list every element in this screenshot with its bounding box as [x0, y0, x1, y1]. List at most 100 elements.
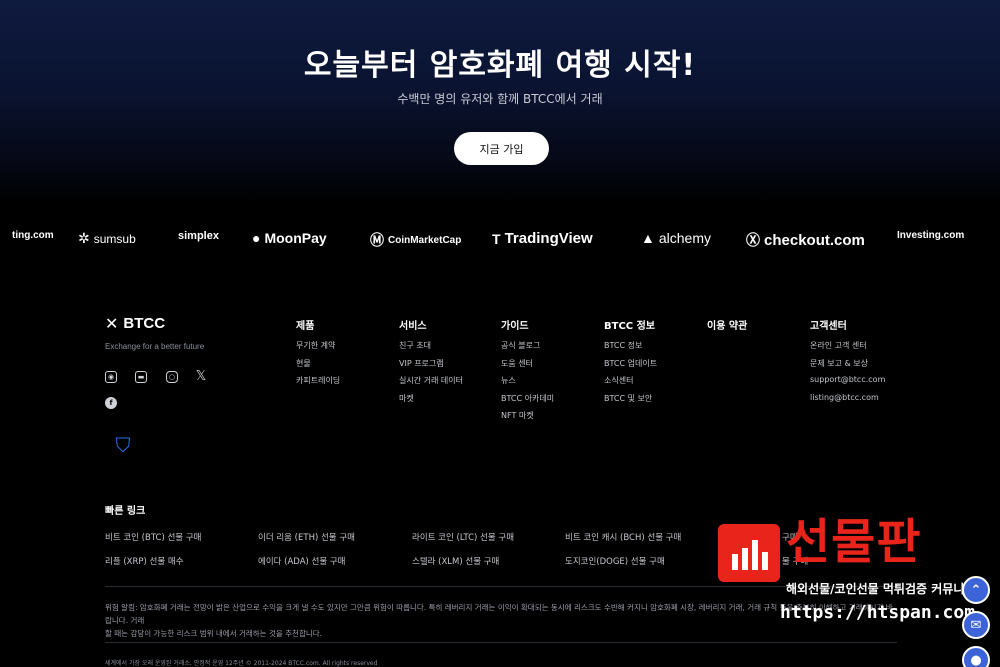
risk-warning-line: 위험 알림: 암호화폐 거래는 전망이 밝은 산업으로 수익을 크게 낼 수도 …	[105, 603, 893, 625]
footer-col-terms: 이용 약관	[707, 317, 747, 340]
footer-link[interactable]: 문제 보고 & 보상	[810, 358, 885, 376]
footer-link[interactable]: 카피트레이딩	[296, 375, 340, 393]
watermark-title: 선물판	[786, 514, 922, 570]
quick-links-title: 빠른 링크	[105, 506, 146, 517]
footer-link[interactable]: NFT 마켓	[501, 410, 554, 428]
listing-email-link[interactable]: listing@btcc.com	[810, 393, 885, 411]
bar-icon	[742, 548, 748, 570]
sumsub-logo[interactable]: ✲ sumsub	[78, 230, 136, 247]
col-title: 고객센터	[810, 321, 847, 332]
partner-label: CoinMarketCap	[388, 234, 462, 246]
footer-col-guide: 가이드 공식 블로그 도움 센터 뉴스 BTCC 아카데미 NFT 마켓	[501, 317, 554, 428]
partner-logo-strip: ting.com ✲ sumsub simplex ● MoonPay Ⓜ Co…	[0, 222, 1000, 258]
moonpay-logo[interactable]: ● MoonPay	[252, 230, 327, 246]
arrow-up-icon: ⌃	[970, 582, 982, 598]
brand-name: BTCC	[123, 315, 166, 332]
alchemy-icon: ▲	[641, 230, 655, 246]
quick-link[interactable]: 비트 코인 캐시 (BCH) 선물 구매	[565, 531, 681, 543]
footer-logo[interactable]: ✕ BTCC	[105, 314, 165, 333]
discord-icon[interactable]: ◉	[105, 371, 117, 383]
quick-link[interactable]: 이더 리움 (ETH) 선물 구매	[258, 531, 355, 543]
col-title: 서비스	[399, 321, 427, 332]
tradingview-logo[interactable]: T TradingView	[492, 230, 593, 247]
support-email-link[interactable]: support@btcc.com	[810, 375, 885, 393]
simplex-logo[interactable]: simplex	[178, 230, 219, 242]
quick-link[interactable]: 리플 (XRP) 선물 매수	[105, 555, 184, 567]
hero-title: 오늘부터 암호화폐 여행 시작!	[303, 48, 697, 83]
footer-link[interactable]: 도움 센터	[501, 358, 554, 376]
footer-link[interactable]: 마켓	[399, 393, 463, 411]
watermark-subtitle: 해외선물/코인선물 먹튀검증 커뮤니티	[786, 582, 976, 596]
chat-bubble-icon: ✉	[970, 617, 982, 633]
partner-label: checkout.com	[764, 231, 865, 249]
footer-divider	[105, 586, 897, 587]
col-title: 가이드	[501, 321, 529, 332]
quick-link[interactable]: 라이트 코인 (LTC) 선물 구매	[412, 531, 514, 543]
partner-label: alchemy	[658, 230, 711, 246]
footer-divider	[105, 642, 897, 643]
footer-link[interactable]: 소식센터	[604, 375, 657, 393]
tradingview-icon: T	[492, 230, 501, 247]
partner-label: ting.com	[12, 230, 54, 241]
partner-label: TradingView	[504, 230, 593, 247]
footer-col-support: 고객센터 온라인 고객 센터 문제 보고 & 보상 support@btcc.c…	[810, 317, 885, 410]
bar-icon	[732, 554, 738, 570]
col-title: 제품	[296, 321, 315, 332]
shield-icon: ⛉	[115, 433, 131, 457]
footer-link[interactable]: 실시간 거래 데이터	[399, 375, 463, 393]
footer-link[interactable]: 뉴스	[501, 375, 554, 393]
risk-warning: 위험 알림: 암호화폐 거래는 전망이 밝은 산업으로 수익을 크게 낼 수도 …	[105, 601, 897, 640]
partner-label: MoonPay	[264, 230, 327, 246]
investing-logo[interactable]: Investing.com	[897, 230, 964, 241]
footer-link[interactable]: 친구 초대	[399, 340, 463, 358]
coinmarketcap-logo[interactable]: Ⓜ CoinMarketCap	[370, 230, 461, 250]
col-title: BTCC 정보	[604, 321, 656, 332]
checkout-logo[interactable]: Ⓧ checkout.com	[746, 230, 865, 250]
watermark-url: https://htspan.com	[780, 602, 976, 623]
quick-link[interactable]: 스텔라 (XLM) 선물 구매	[412, 555, 499, 567]
badge-caption: · · ·	[120, 456, 126, 460]
sumsub-icon: ✲	[78, 230, 90, 246]
footer-link[interactable]: 공식 블로그	[501, 340, 554, 358]
security-badge: ⛉ · · ·	[108, 434, 138, 470]
footer-link[interactable]: 현물	[296, 358, 340, 376]
terms-link[interactable]: 이용 약관	[707, 317, 747, 332]
checkout-icon: Ⓧ	[746, 232, 760, 248]
bar-icon	[752, 540, 758, 570]
instagram-icon[interactable]: ○	[166, 371, 178, 383]
copyright-text: 세계에서 가장 오래 운영된 거래소, 안정적 운영 12주년 © 2011-2…	[105, 660, 378, 667]
alchemy-logo[interactable]: ▲ alchemy	[641, 230, 711, 246]
x-twitter-icon[interactable]: 𝕏	[195, 369, 207, 384]
signup-button[interactable]: 지금 가입	[454, 132, 549, 165]
investing-partial-logo[interactable]: ting.com	[12, 230, 54, 241]
footer-link[interactable]: 무기한 계약	[296, 340, 340, 358]
hero-subtitle: 수백만 명의 유저와 함께 BTCC에서 거래	[397, 92, 603, 106]
partner-label: simplex	[178, 230, 219, 242]
footer-col-about: BTCC 정보 BTCC 정보 BTCC 업데이트 소식센터 BTCC 및 보안	[604, 317, 657, 410]
more-button[interactable]: ●	[962, 646, 990, 667]
footer-col-products: 제품 무기한 계약 현물 카피트레이딩	[296, 317, 340, 393]
scroll-top-button[interactable]: ⌃	[962, 576, 990, 604]
facebook-icon[interactable]: f	[105, 397, 117, 409]
footer-link[interactable]: BTCC 업데이트	[604, 358, 657, 376]
footer-link[interactable]: BTCC 및 보안	[604, 393, 657, 411]
partner-label: Investing.com	[897, 230, 965, 241]
chat-icon[interactable]: ▬	[135, 371, 147, 383]
quick-link[interactable]: 에이다 (ADA) 선물 구매	[258, 555, 346, 567]
btcc-x-icon: ✕	[105, 314, 119, 333]
watermark-chart-icon	[718, 524, 780, 582]
moonpay-icon: ●	[252, 230, 261, 246]
footer-link[interactable]: BTCC 아카데미	[501, 393, 554, 411]
footer-link[interactable]: 온라인 고객 센터	[810, 340, 885, 358]
chat-button[interactable]: ✉	[962, 611, 990, 639]
quick-link[interactable]: 비트 코인 (BTC) 선물 구매	[105, 531, 201, 543]
partner-label: sumsub	[93, 231, 136, 246]
hero-banner: 오늘부터 암호화폐 여행 시작! 수백만 명의 유저와 함께 BTCC에서 거래…	[0, 0, 1000, 205]
risk-warning-line: 할 때는 감당이 가능한 리스크 범위 내에서 거래하는 것을 추천합니다.	[105, 629, 323, 638]
brand-tagline: Exchange for a better future	[105, 342, 205, 351]
footer-link[interactable]: VIP 프로그램	[399, 358, 463, 376]
dot-icon: ●	[970, 652, 982, 667]
footer-link[interactable]: BTCC 정보	[604, 340, 657, 358]
footer-col-services: 서비스 친구 초대 VIP 프로그램 실시간 거래 데이터 마켓	[399, 317, 463, 410]
quick-link[interactable]: 도지코인(DOGE) 선물 구매	[565, 555, 665, 567]
